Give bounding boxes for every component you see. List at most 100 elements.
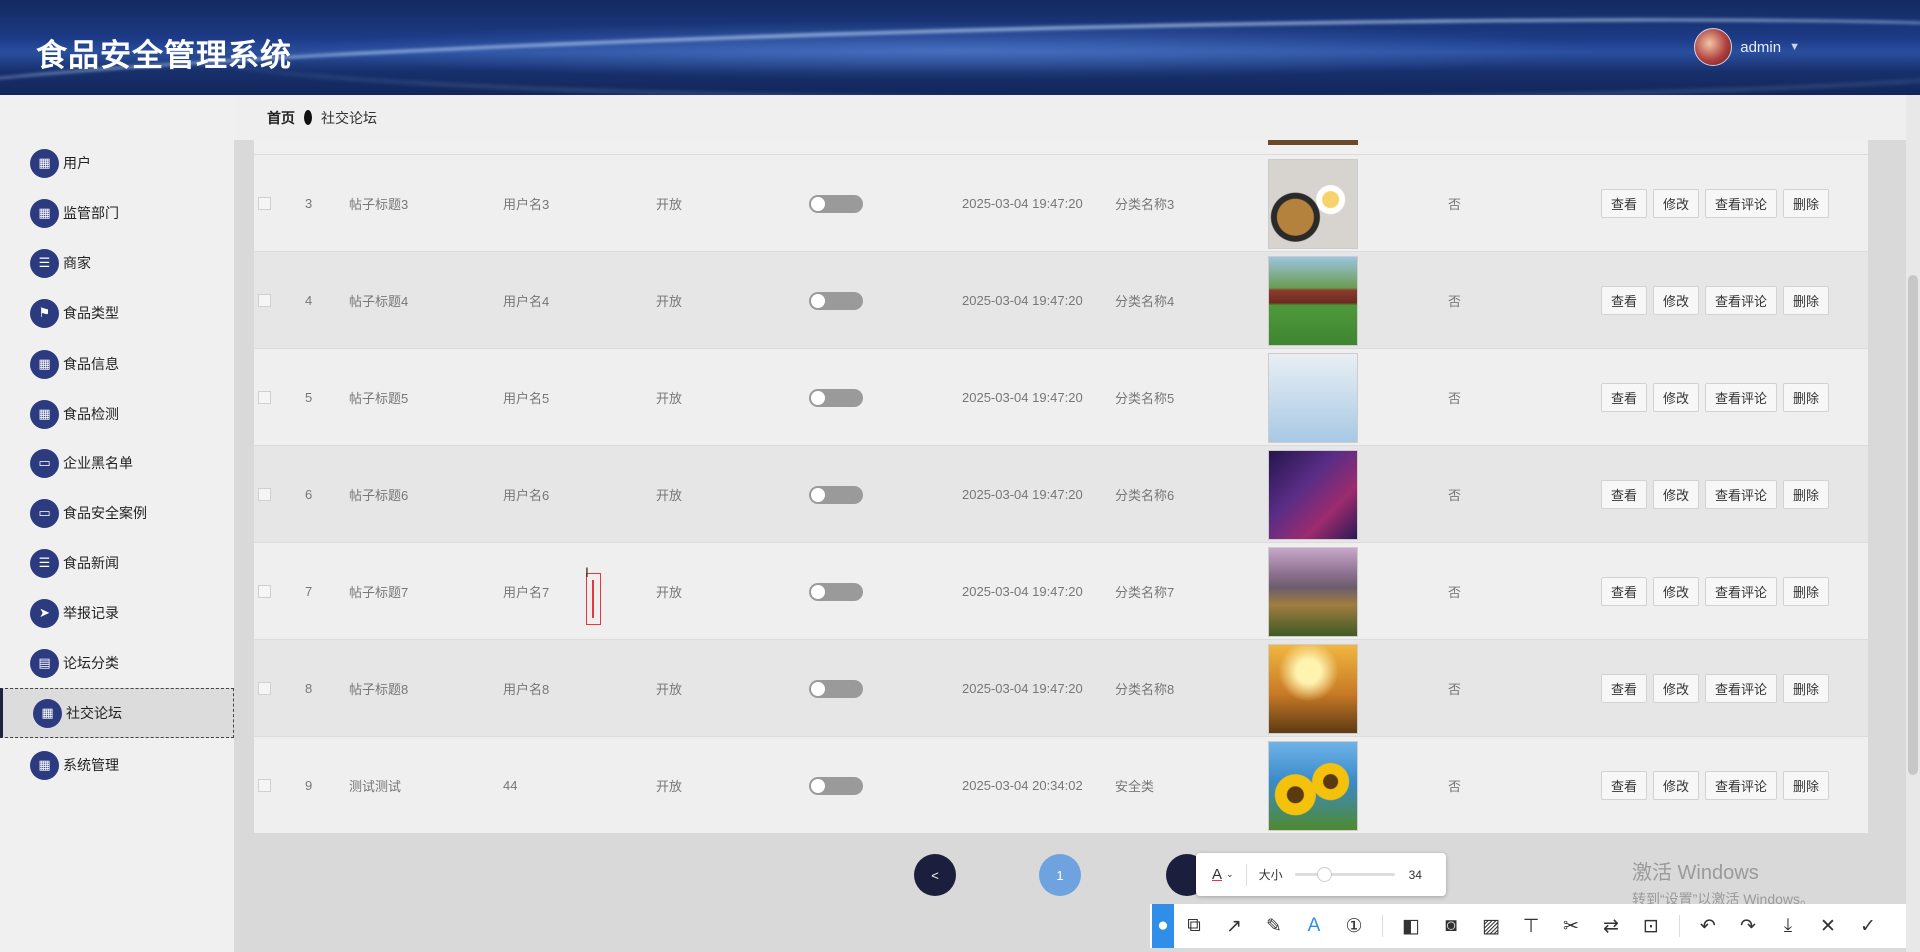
checkbox-cell[interactable]	[258, 640, 271, 737]
toggle-cell[interactable]	[809, 349, 863, 446]
view-button[interactable]: 查看	[1601, 577, 1648, 606]
sidebar-item[interactable]: ▦ 监管部门	[0, 188, 234, 238]
sidebar-item[interactable]: ▤ 论坛分类	[0, 638, 234, 688]
page-scrollbar[interactable]	[1906, 95, 1920, 952]
checkbox-cell[interactable]	[258, 446, 271, 543]
sidebar-item[interactable]: ▭ 食品安全案例	[0, 488, 234, 538]
row-checkbox[interactable]	[258, 779, 271, 792]
font-color-button[interactable]: A ⌄	[1212, 866, 1234, 883]
redo-icon[interactable]: ↷	[1728, 904, 1768, 948]
delete-button[interactable]: 删除	[1783, 577, 1830, 606]
view-comments-button[interactable]: 查看评论	[1705, 674, 1778, 703]
username[interactable]: admin	[1740, 39, 1781, 56]
avatar[interactable]	[1694, 28, 1733, 66]
delete-button[interactable]: 删除	[1783, 674, 1830, 703]
sidebar-item[interactable]: ☰ 商家	[0, 238, 234, 288]
sidebar-item[interactable]: ▦ 食品信息	[0, 339, 234, 389]
pin-icon[interactable]: ⊤	[1511, 904, 1551, 948]
toggle-cell[interactable]	[809, 155, 863, 252]
row-checkbox[interactable]	[258, 197, 271, 210]
status-toggle[interactable]	[809, 194, 863, 213]
confirm-icon[interactable]: ✓	[1848, 904, 1888, 948]
view-button[interactable]: 查看	[1601, 189, 1648, 218]
view-comments-button[interactable]: 查看评论	[1705, 480, 1778, 509]
toggle-cell[interactable]	[809, 252, 863, 349]
translate-icon[interactable]: ⇄	[1591, 904, 1631, 948]
view-button[interactable]: 查看	[1601, 383, 1648, 412]
row-checkbox[interactable]	[258, 682, 271, 695]
delete-button[interactable]: 删除	[1783, 286, 1830, 315]
view-button[interactable]: 查看	[1601, 480, 1648, 509]
user-menu[interactable]: admin ▼	[1694, 28, 1800, 66]
chevron-down-icon: ⌄	[1226, 869, 1234, 879]
close-icon[interactable]: ✕	[1808, 904, 1848, 948]
view-comments-button[interactable]: 查看评论	[1705, 577, 1778, 606]
breadcrumb-home[interactable]: 首页	[267, 108, 295, 128]
view-comments-button[interactable]: 查看评论	[1705, 189, 1778, 218]
size-slider[interactable]	[1294, 867, 1395, 882]
hatch-icon[interactable]: ▨	[1471, 904, 1511, 948]
edit-button[interactable]: 修改	[1653, 286, 1700, 315]
delete-button[interactable]: 删除	[1783, 383, 1830, 412]
blur-icon[interactable]: ◙	[1431, 904, 1471, 948]
toggle-cell[interactable]	[809, 543, 863, 640]
arrow-icon[interactable]: ↗	[1214, 904, 1254, 948]
mosaic-icon[interactable]: ◧	[1391, 904, 1431, 948]
sidebar-item[interactable]: ▦ 社交论坛	[0, 688, 234, 738]
sidebar-item[interactable]: ▦ 系统管理	[0, 740, 234, 790]
checkbox-cell[interactable]	[258, 155, 271, 252]
pen-icon[interactable]: ✎	[1254, 904, 1294, 948]
checkbox-cell[interactable]	[258, 349, 271, 446]
row-checkbox[interactable]	[258, 391, 271, 404]
edit-button[interactable]: 修改	[1653, 480, 1700, 509]
status-toggle[interactable]	[809, 679, 863, 698]
view-comments-button[interactable]: 查看评论	[1705, 771, 1778, 800]
row-checkbox[interactable]	[258, 294, 271, 307]
download-icon[interactable]: ⤓	[1768, 904, 1808, 948]
status-toggle[interactable]	[809, 582, 863, 601]
scrollbar-thumb[interactable]	[1908, 275, 1918, 775]
delete-button[interactable]: 删除	[1783, 189, 1830, 218]
sidebar-item[interactable]: ➤ 举报记录	[0, 588, 234, 638]
edit-button[interactable]: 修改	[1653, 383, 1700, 412]
edit-button[interactable]: 修改	[1653, 189, 1700, 218]
shape-icon[interactable]: ⧉	[1174, 904, 1214, 948]
row-checkbox[interactable]	[258, 488, 271, 501]
delete-button[interactable]: 删除	[1783, 771, 1830, 800]
pin-mode-icon[interactable]: ●	[1152, 904, 1174, 948]
page-prev-button[interactable]: <	[914, 854, 956, 896]
ocr-icon[interactable]: ⊡	[1631, 904, 1671, 948]
status-toggle[interactable]	[809, 291, 863, 310]
view-button[interactable]: 查看	[1601, 286, 1648, 315]
caret-down-icon[interactable]: ▼	[1789, 41, 1800, 53]
view-comments-button[interactable]: 查看评论	[1705, 286, 1778, 315]
checkbox-cell[interactable]	[258, 252, 271, 349]
size-slider-thumb[interactable]	[1316, 867, 1332, 882]
undo-icon[interactable]: ↶	[1688, 904, 1728, 948]
edit-button[interactable]: 修改	[1653, 771, 1700, 800]
view-button[interactable]: 查看	[1601, 674, 1648, 703]
toggle-cell[interactable]	[809, 737, 863, 834]
status-toggle[interactable]	[809, 485, 863, 504]
toggle-cell[interactable]	[809, 446, 863, 543]
scissors-icon[interactable]: ✂	[1551, 904, 1591, 948]
page-1-button[interactable]: 1	[1039, 854, 1081, 896]
status-toggle[interactable]	[809, 776, 863, 795]
sidebar-item[interactable]: ▭ 企业黑名单	[0, 438, 234, 488]
text-tool-icon[interactable]: A	[1294, 904, 1334, 948]
number-marker-icon[interactable]: ①	[1334, 904, 1374, 948]
checkbox-cell[interactable]	[258, 737, 271, 834]
delete-button[interactable]: 删除	[1783, 480, 1830, 509]
view-button[interactable]: 查看	[1601, 771, 1648, 800]
sidebar-item[interactable]: ☰ 食品新闻	[0, 538, 234, 588]
checkbox-cell[interactable]	[258, 543, 271, 640]
row-checkbox[interactable]	[258, 585, 271, 598]
sidebar-item[interactable]: ▦ 用户	[0, 138, 234, 188]
sidebar-item[interactable]: ⚑ 食品类型	[0, 288, 234, 338]
edit-button[interactable]: 修改	[1653, 577, 1700, 606]
status-toggle[interactable]	[809, 388, 863, 407]
edit-button[interactable]: 修改	[1653, 674, 1700, 703]
sidebar-item[interactable]: ▦ 食品检测	[0, 389, 234, 439]
toggle-cell[interactable]	[809, 640, 863, 737]
view-comments-button[interactable]: 查看评论	[1705, 383, 1778, 412]
